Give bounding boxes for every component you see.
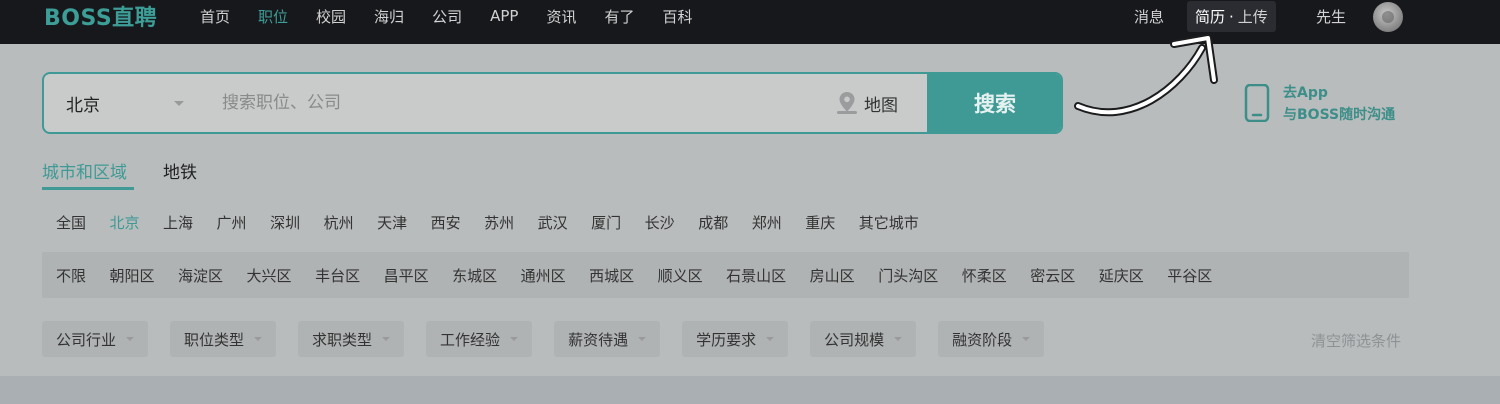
district-item[interactable]: 昌平区 — [384, 265, 429, 286]
nav-item-news[interactable]: 资讯 — [546, 6, 576, 27]
map-pin-icon — [837, 92, 857, 114]
district-item[interactable]: 平谷区 — [1167, 265, 1212, 286]
filter-label: 职位类型 — [184, 330, 245, 349]
nav-item-overseas[interactable]: 海归 — [374, 6, 404, 27]
annotation-arrow-icon — [1074, 34, 1218, 117]
city-item[interactable]: 苏州 — [484, 212, 514, 232]
search-button[interactable]: 搜索 — [927, 74, 1061, 132]
filter-label: 薪资待遇 — [568, 330, 629, 349]
nav-item-youle[interactable]: 有了 — [604, 6, 634, 27]
city-item[interactable]: 全国 — [56, 212, 86, 232]
nav-item-wiki[interactable]: 百科 — [662, 6, 692, 27]
city-item[interactable]: 重庆 — [805, 212, 835, 232]
filter-label: 公司行业 — [56, 330, 117, 349]
chevron-down-icon — [1022, 337, 1031, 341]
city-item[interactable]: 西安 — [431, 212, 461, 232]
district-item[interactable]: 怀柔区 — [962, 265, 1007, 286]
nav-item-jobs[interactable]: 职位 — [258, 6, 288, 27]
nav-item-company[interactable]: 公司 — [432, 6, 462, 27]
city-item[interactable]: 厦门 — [591, 212, 621, 232]
content-area-top — [0, 376, 1500, 404]
district-item[interactable]: 大兴区 — [247, 265, 292, 286]
app-promo[interactable]: 去App 与BOSS随时沟通 — [1244, 82, 1424, 126]
city-item[interactable]: 郑州 — [752, 212, 782, 232]
upload-link[interactable]: 上传 — [1238, 6, 1268, 27]
chevron-down-icon — [638, 337, 647, 341]
filter-funding-stage[interactable]: 融资阶段 — [938, 321, 1045, 357]
filter-label: 融资阶段 — [952, 330, 1013, 349]
district-item[interactable]: 延庆区 — [1099, 265, 1144, 286]
chevron-down-icon — [894, 337, 903, 341]
city-item[interactable]: 其它城市 — [859, 212, 919, 232]
nav-item-campus[interactable]: 校园 — [316, 6, 346, 27]
user-name[interactable]: 先生 — [1316, 0, 1346, 32]
resume-link[interactable]: 简历 — [1195, 6, 1225, 27]
filter-seek-type[interactable]: 求职类型 — [298, 321, 405, 357]
search-box: 北京 地图 搜索 — [42, 72, 1063, 134]
filter-label: 工作经验 — [440, 330, 501, 349]
district-item[interactable]: 西城区 — [589, 265, 634, 286]
district-item[interactable]: 朝阳区 — [110, 265, 155, 286]
nav-item-app[interactable]: APP — [490, 7, 518, 25]
chevron-down-icon — [766, 337, 775, 341]
chevron-down-icon — [382, 337, 391, 341]
chevron-down-icon — [254, 337, 263, 341]
city-item-active[interactable]: 北京 — [110, 212, 140, 232]
chevron-down-icon — [126, 337, 135, 341]
filter-education[interactable]: 学历要求 — [682, 321, 789, 357]
district-item[interactable]: 通州区 — [521, 265, 566, 286]
city-item[interactable]: 武汉 — [538, 212, 568, 232]
city-item[interactable]: 深圳 — [270, 212, 300, 232]
tab-subway[interactable]: 地铁 — [163, 158, 197, 183]
district-item[interactable]: 海淀区 — [178, 265, 223, 286]
district-item[interactable]: 丰台区 — [315, 265, 360, 286]
district-item[interactable]: 东城区 — [452, 265, 497, 286]
city-item[interactable]: 长沙 — [645, 212, 675, 232]
city-item[interactable]: 天津 — [377, 212, 407, 232]
district-item[interactable]: 房山区 — [810, 265, 855, 286]
district-item[interactable]: 门头沟区 — [878, 265, 938, 286]
district-item[interactable]: 不限 — [56, 265, 86, 286]
nav-item-home[interactable]: 首页 — [200, 6, 230, 27]
district-item[interactable]: 石景山区 — [726, 265, 786, 286]
promo-line-2: 与BOSS随时沟通 — [1283, 107, 1396, 123]
boss-logo[interactable]: BOSS直聘 — [44, 0, 157, 32]
chevron-down-icon — [510, 337, 519, 341]
promo-line-1: 去App — [1283, 85, 1328, 101]
map-label: 地图 — [864, 95, 898, 116]
clear-filters-link[interactable]: 清空筛选条件 — [1311, 330, 1401, 351]
district-list: 不限 朝阳区 海淀区 大兴区 丰台区 昌平区 东城区 通州区 西城区 顺义区 石… — [42, 252, 1409, 298]
filter-label: 公司规模 — [824, 330, 885, 349]
district-item[interactable]: 顺义区 — [658, 265, 703, 286]
filter-industry[interactable]: 公司行业 — [42, 321, 149, 357]
filter-label: 求职类型 — [312, 330, 373, 349]
map-button[interactable]: 地图 — [836, 74, 898, 132]
separator-dot: · — [1229, 7, 1234, 26]
main-nav: 首页 职位 校园 海归 公司 APP 资讯 有了 百科 — [200, 0, 720, 32]
filter-bar: 公司行业 职位类型 求职类型 工作经验 薪资待遇 学历要求 公司规模 融资阶段 — [42, 321, 1066, 357]
city-item[interactable]: 杭州 — [324, 212, 354, 232]
filter-job-type[interactable]: 职位类型 — [170, 321, 277, 357]
city-item[interactable]: 上海 — [163, 212, 193, 232]
tab-city-area[interactable]: 城市和区域 — [42, 158, 134, 190]
filter-label: 学历要求 — [696, 330, 757, 349]
city-select[interactable]: 北京 — [44, 74, 194, 132]
filter-company-size[interactable]: 公司规模 — [810, 321, 917, 357]
city-item[interactable]: 广州 — [217, 212, 247, 232]
filter-salary[interactable]: 薪资待遇 — [554, 321, 661, 357]
city-list: 全国 北京 上海 广州 深圳 杭州 天津 西安 苏州 武汉 厦门 长沙 成都 郑… — [56, 212, 942, 232]
phone-icon — [1244, 84, 1270, 122]
search-input[interactable] — [222, 74, 822, 132]
district-item[interactable]: 密云区 — [1030, 265, 1075, 286]
top-nav-bar: BOSS直聘 首页 职位 校园 海归 公司 APP 资讯 有了 百科 消息 简历… — [0, 0, 1500, 44]
city-select-value: 北京 — [66, 95, 100, 116]
avatar[interactable] — [1373, 2, 1403, 32]
city-item[interactable]: 成都 — [698, 212, 728, 232]
filter-experience[interactable]: 工作经验 — [426, 321, 533, 357]
chevron-down-icon — [174, 101, 184, 106]
